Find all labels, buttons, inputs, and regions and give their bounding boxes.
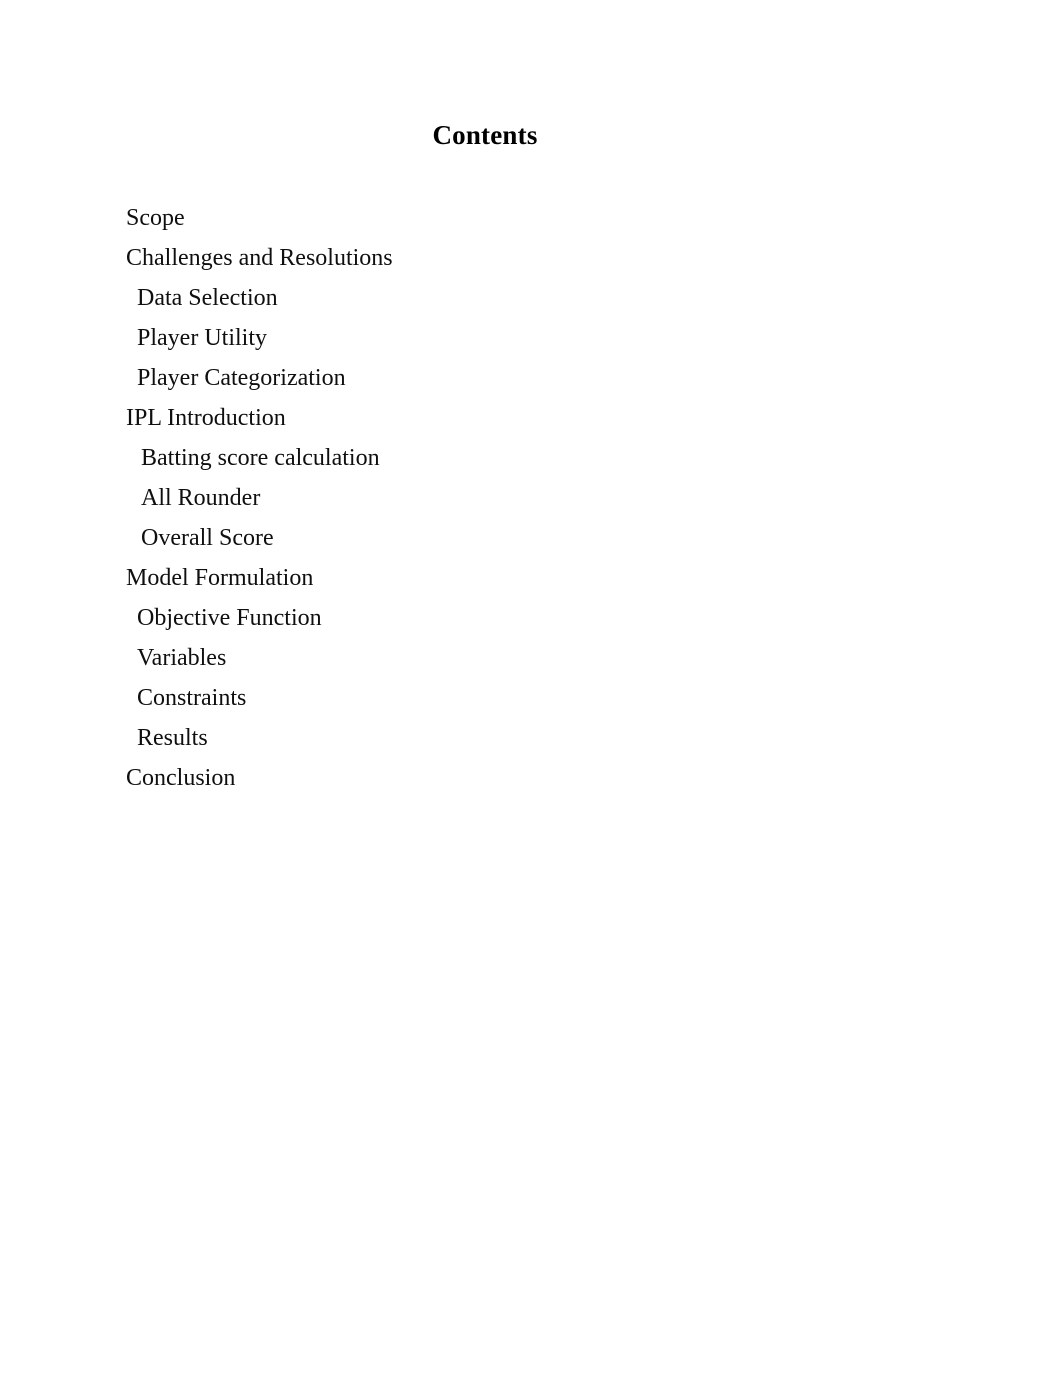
toc-entry-scope[interactable]: Scope bbox=[126, 205, 926, 245]
toc-entry-challenges-and-resolutions[interactable]: Challenges and Resolutions bbox=[126, 245, 926, 285]
toc-entry-ipl-introduction[interactable]: IPL Introduction bbox=[126, 405, 926, 445]
toc-entry-batting-score-calculation[interactable]: Batting score calculation bbox=[126, 445, 926, 485]
toc-entry-objective-function[interactable]: Objective Function bbox=[126, 605, 926, 645]
toc-entry-player-utility[interactable]: Player Utility bbox=[126, 325, 926, 365]
toc-entry-results[interactable]: Results bbox=[126, 725, 926, 765]
toc-entry-variables[interactable]: Variables bbox=[126, 645, 926, 685]
table-of-contents-list: Scope Challenges and Resolutions Data Se… bbox=[126, 205, 926, 805]
toc-entry-all-rounder[interactable]: All Rounder bbox=[126, 485, 926, 525]
toc-entry-data-selection[interactable]: Data Selection bbox=[126, 285, 926, 325]
toc-entry-constraints[interactable]: Constraints bbox=[126, 685, 926, 725]
toc-entry-conclusion[interactable]: Conclusion bbox=[126, 765, 926, 805]
page-title: Contents bbox=[0, 118, 1062, 152]
toc-entry-player-categorization[interactable]: Player Categorization bbox=[126, 365, 926, 405]
document-page: Contents Scope Challenges and Resolution… bbox=[0, 0, 1062, 1376]
toc-entry-model-formulation[interactable]: Model Formulation bbox=[126, 565, 926, 605]
toc-entry-overall-score[interactable]: Overall Score bbox=[126, 525, 926, 565]
page-title-text: Contents bbox=[432, 120, 538, 150]
